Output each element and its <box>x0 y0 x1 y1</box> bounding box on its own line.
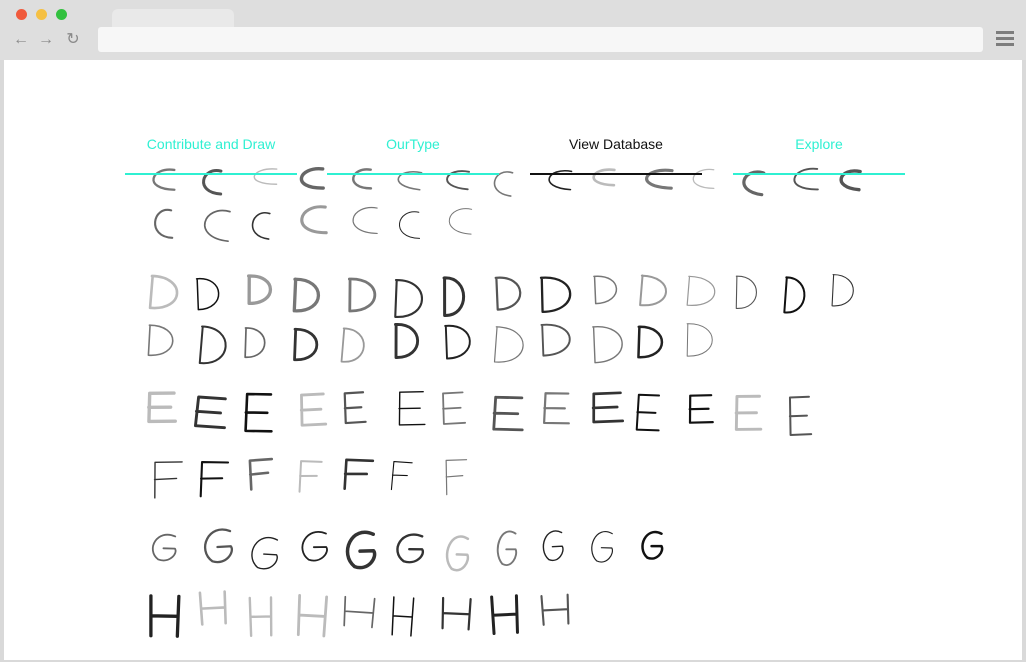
nav-underline <box>327 173 499 175</box>
nav-label: View Database <box>569 136 663 152</box>
nav-explore[interactable]: Explore <box>733 127 905 175</box>
glyph-d[interactable] <box>493 326 524 364</box>
glyph-c[interactable] <box>399 211 421 240</box>
nav-label: OurType <box>386 136 440 152</box>
browser-chrome: ← → ↻ <box>0 0 1026 60</box>
glyph-g[interactable] <box>396 533 425 564</box>
glyph-f[interactable] <box>199 460 230 498</box>
glyph-e[interactable] <box>492 395 524 432</box>
address-bar[interactable] <box>98 27 983 52</box>
glyph-h[interactable] <box>343 595 376 629</box>
glyph-h[interactable] <box>149 594 181 638</box>
glyph-g[interactable] <box>251 537 279 570</box>
glyph-d[interactable] <box>639 274 668 307</box>
glyph-e[interactable] <box>343 391 367 425</box>
nav-label: Contribute and Draw <box>146 136 276 152</box>
glyph-h[interactable] <box>296 594 329 638</box>
glyph-e[interactable] <box>635 393 661 432</box>
glyph-d[interactable] <box>198 325 227 365</box>
glyph-d[interactable] <box>444 324 471 360</box>
glyph-f[interactable] <box>445 459 468 496</box>
glyph-d[interactable] <box>340 327 365 363</box>
glyph-g[interactable] <box>445 535 470 572</box>
browser-tab[interactable] <box>112 9 234 27</box>
nav-underline <box>530 173 702 175</box>
glyph-c[interactable] <box>251 212 271 240</box>
glyph-d[interactable] <box>394 323 420 359</box>
glyph-h[interactable] <box>490 594 519 635</box>
glyph-f[interactable] <box>343 458 375 491</box>
glyph-e[interactable] <box>299 392 328 427</box>
glyph-g[interactable] <box>345 530 377 570</box>
glyph-d[interactable] <box>148 274 179 310</box>
close-window-button[interactable] <box>16 9 27 20</box>
glyph-d[interactable] <box>539 276 572 314</box>
glyph-e[interactable] <box>442 391 467 425</box>
glyph-e[interactable] <box>543 392 570 425</box>
nav-view-database[interactable]: View Database <box>530 127 702 175</box>
glyph-e[interactable] <box>398 391 426 426</box>
glyph-c[interactable] <box>352 207 378 235</box>
glyph-d[interactable] <box>247 274 273 306</box>
glyph-h[interactable] <box>391 596 415 637</box>
glyph-e[interactable] <box>788 395 813 436</box>
glyph-d[interactable] <box>347 277 377 313</box>
maximize-window-button[interactable] <box>56 9 67 20</box>
nav-underline <box>733 173 905 175</box>
glyph-g[interactable] <box>151 533 177 562</box>
glyph-d[interactable] <box>442 276 466 317</box>
glyph-g[interactable] <box>542 530 564 562</box>
glyph-d[interactable] <box>593 275 618 305</box>
glyph-f[interactable] <box>390 461 413 491</box>
glyph-f[interactable] <box>153 461 183 499</box>
glyph-g[interactable] <box>496 530 518 566</box>
forward-arrow-icon[interactable]: → <box>36 30 56 50</box>
glyph-h[interactable] <box>441 596 472 631</box>
glyph-h[interactable] <box>540 593 570 626</box>
glyph-d[interactable] <box>540 323 571 357</box>
reload-icon[interactable]: ↻ <box>63 30 83 50</box>
page-content: Contribute and Draw OurType View Databas… <box>4 60 1022 660</box>
glyph-d[interactable] <box>686 323 713 357</box>
glyph-c[interactable] <box>154 208 174 239</box>
glyph-d[interactable] <box>494 276 522 311</box>
hamburger-menu-icon[interactable] <box>996 31 1014 49</box>
glyph-d[interactable] <box>637 325 664 359</box>
glyph-e[interactable] <box>147 391 177 424</box>
nav-contribute-and-draw[interactable]: Contribute and Draw <box>125 127 297 175</box>
glyph-f[interactable] <box>248 457 274 491</box>
glyph-e[interactable] <box>734 394 763 431</box>
glyph-f[interactable] <box>298 460 323 493</box>
glyph-d[interactable] <box>592 325 623 364</box>
glyph-h[interactable] <box>248 596 273 637</box>
main-nav: Contribute and Draw OurType View Databas… <box>4 127 1022 177</box>
glyph-e[interactable] <box>244 392 273 433</box>
glyph-c[interactable] <box>300 205 328 235</box>
glyph-g[interactable] <box>203 528 233 564</box>
glyph-g[interactable] <box>301 531 328 562</box>
glyph-e[interactable] <box>688 394 714 424</box>
nav-underline <box>125 173 297 175</box>
glyph-d[interactable] <box>147 324 174 356</box>
glyph-d[interactable] <box>195 278 220 311</box>
glyph-d[interactable] <box>394 278 423 318</box>
glyph-e[interactable] <box>194 395 227 430</box>
glyph-g[interactable] <box>641 530 664 560</box>
glyph-h[interactable] <box>198 590 227 626</box>
glyph-d[interactable] <box>293 327 319 362</box>
glyph-d[interactable] <box>783 276 806 314</box>
glyph-d[interactable] <box>735 275 757 309</box>
glyph-e[interactable] <box>591 391 625 424</box>
minimize-window-button[interactable] <box>36 9 47 20</box>
glyph-c[interactable] <box>448 208 473 235</box>
glyph-d[interactable] <box>292 277 321 313</box>
nav-label: Explore <box>795 136 843 152</box>
glyph-c[interactable] <box>203 209 231 243</box>
glyph-g[interactable] <box>591 531 614 563</box>
glyph-d[interactable] <box>686 275 716 306</box>
back-arrow-icon[interactable]: ← <box>11 30 31 50</box>
glyph-d[interactable] <box>831 274 854 307</box>
glyph-d[interactable] <box>244 327 266 359</box>
nav-ourtype[interactable]: OurType <box>327 127 499 175</box>
